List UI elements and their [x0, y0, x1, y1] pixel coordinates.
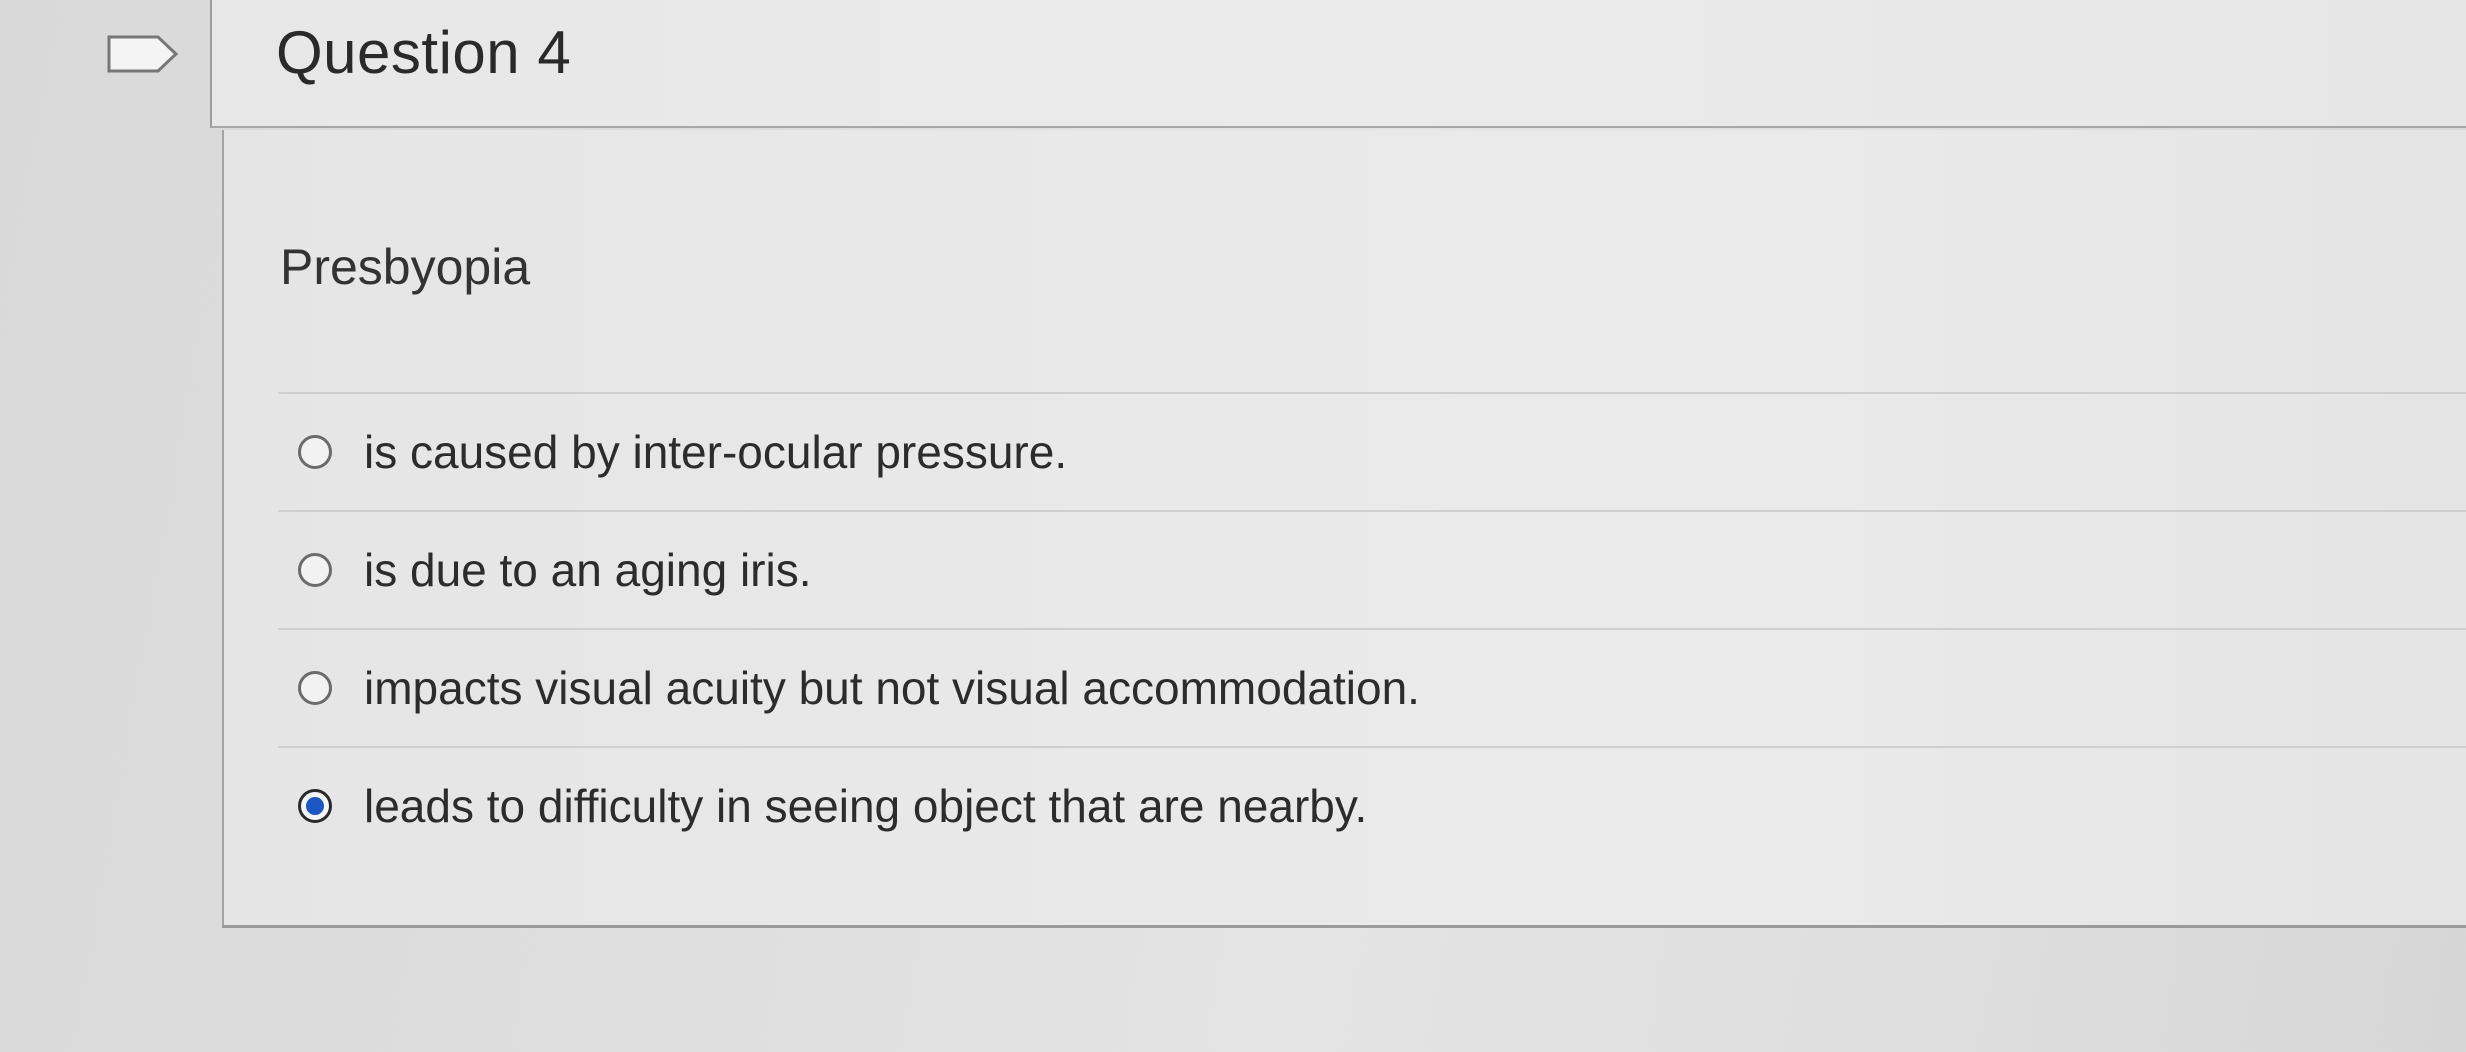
radio-button-selected[interactable]: [298, 789, 332, 823]
radio-button[interactable]: [298, 435, 332, 469]
question-prompt: Presbyopia: [280, 239, 531, 295]
flag-question-icon[interactable]: [106, 34, 180, 74]
question-title: Question 4: [276, 19, 572, 86]
radio-button[interactable]: [298, 671, 332, 705]
radio-button[interactable]: [298, 553, 332, 587]
answer-label: is caused by inter-ocular pressure.: [364, 426, 1068, 478]
answer-label: is due to an aging iris.: [364, 544, 812, 596]
answer-option-2[interactable]: is due to an aging iris.: [278, 512, 2466, 630]
answer-option-4[interactable]: leads to difficulty in seeing object tha…: [278, 748, 2466, 864]
answer-option-1[interactable]: is caused by inter-ocular pressure.: [278, 394, 2466, 512]
question-header: Question 4: [210, 0, 2466, 128]
answer-label: impacts visual acuity but not visual acc…: [364, 662, 1420, 714]
answer-label: leads to difficulty in seeing object tha…: [364, 780, 1368, 832]
answer-list: is caused by inter-ocular pressure. is d…: [278, 392, 2466, 864]
question-panel: Presbyopia is caused by inter-ocular pre…: [222, 130, 2466, 928]
answer-option-3[interactable]: impacts visual acuity but not visual acc…: [278, 630, 2466, 748]
